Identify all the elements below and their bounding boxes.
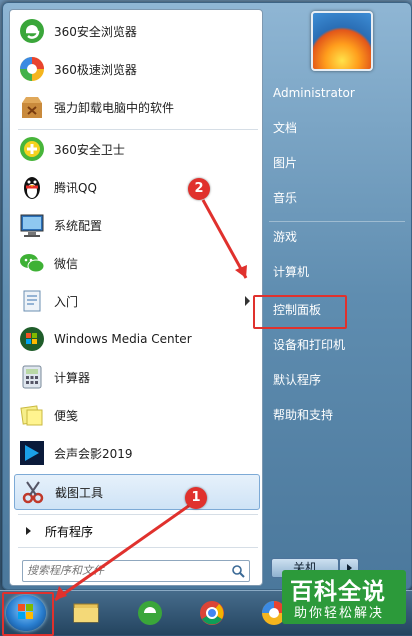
divider [18, 514, 258, 515]
program-label: 360安全浏览器 [54, 24, 137, 39]
taskbar-explorer[interactable] [60, 594, 112, 632]
start-menu: 360安全浏览器 360极速浏览器 强力卸载电脑中的软件 360安全卫士 腾讯Q… [2, 2, 412, 590]
program-label: 会声会影2019 [54, 446, 133, 461]
program-360-security[interactable]: 360安全卫士 [14, 132, 258, 166]
program-360-browser[interactable]: 360安全浏览器 [14, 14, 258, 48]
chrome-icon [200, 601, 224, 625]
right-item-games[interactable]: 游戏 [273, 225, 297, 249]
right-item-default-programs[interactable]: 默认程序 [273, 368, 321, 392]
sticky-notes-icon [18, 401, 46, 429]
uninstall-box-icon [18, 93, 46, 121]
program-uninstaller[interactable]: 强力卸载电脑中的软件 [14, 90, 258, 124]
video-studio-icon [18, 439, 46, 467]
watermark-title: 百科全说 [290, 579, 386, 605]
program-label: 微信 [54, 256, 79, 271]
getting-started-icon [18, 287, 46, 315]
program-label: 入门 [54, 294, 79, 309]
system-config-icon [18, 211, 46, 239]
program-getting-started[interactable]: 入门 [14, 284, 258, 318]
program-wechat[interactable]: 微信 [14, 246, 258, 280]
program-label: 便笺 [54, 408, 79, 423]
snipping-tool-icon [19, 478, 47, 506]
program-label: 系统配置 [54, 218, 103, 233]
step-badge-1: 1 [185, 487, 207, 509]
right-item-documents[interactable]: 文档 [273, 116, 297, 140]
program-sticky-notes[interactable]: 便笺 [14, 398, 258, 432]
program-system-config[interactable]: 系统配置 [14, 208, 258, 242]
360-browser-icon [138, 601, 162, 625]
highlight-box-start [2, 592, 54, 636]
program-media-center[interactable]: Windows Media Center [14, 322, 258, 356]
qq-penguin-icon [18, 173, 46, 201]
right-item-devices-printers[interactable]: 设备和打印机 [273, 333, 345, 357]
right-item-computer[interactable]: 计算机 [273, 260, 309, 284]
divider [18, 129, 258, 130]
highlight-box-control-panel [253, 295, 347, 329]
expand-arrow-icon [26, 527, 31, 535]
divider [18, 547, 258, 548]
wechat-icon [18, 249, 46, 277]
program-label: 360安全卫士 [54, 142, 125, 157]
program-video-studio[interactable]: 会声会影2019 [14, 436, 258, 470]
calculator-icon [18, 363, 46, 391]
program-label: 强力卸载电脑中的软件 [54, 100, 175, 115]
divider [269, 221, 405, 222]
all-programs-button[interactable]: 所有程序 [14, 518, 258, 544]
program-snipping-tool[interactable]: 截图工具 [14, 474, 260, 510]
right-item-music[interactable]: 音乐 [273, 186, 297, 210]
360-browser-icon [18, 17, 46, 45]
watermark-subtitle: 助你轻松解决 [294, 606, 385, 621]
search-input[interactable] [27, 563, 223, 578]
search-icon [231, 564, 245, 578]
right-item-user[interactable]: Administrator [273, 81, 355, 105]
right-item-help[interactable]: 帮助和支持 [273, 403, 333, 427]
folder-icon [73, 603, 99, 623]
search-box[interactable] [22, 560, 250, 582]
program-label: 腾讯QQ [54, 180, 97, 195]
program-label: 截图工具 [55, 485, 104, 500]
watermark: 百科全说 助你轻松解决 [282, 570, 406, 624]
360-speed-browser-icon [18, 55, 46, 83]
taskbar-360-browser[interactable] [124, 594, 176, 632]
360-security-icon [18, 135, 46, 163]
program-qq[interactable]: 腾讯QQ [14, 170, 258, 204]
user-avatar[interactable] [311, 11, 373, 71]
submenu-arrow-icon [245, 296, 250, 306]
taskbar-chrome[interactable] [186, 594, 238, 632]
step-badge-2: 2 [188, 178, 210, 200]
programs-pane: 360安全浏览器 360极速浏览器 强力卸载电脑中的软件 360安全卫士 腾讯Q… [9, 9, 263, 586]
program-calculator[interactable]: 计算器 [14, 360, 258, 394]
program-label: 360极速浏览器 [54, 62, 137, 77]
program-label: 计算器 [54, 370, 91, 385]
all-programs-label: 所有程序 [45, 524, 94, 539]
right-item-pictures[interactable]: 图片 [273, 151, 297, 175]
program-label: Windows Media Center [54, 332, 192, 346]
media-center-icon [18, 325, 46, 353]
program-360-speed-browser[interactable]: 360极速浏览器 [14, 52, 258, 86]
